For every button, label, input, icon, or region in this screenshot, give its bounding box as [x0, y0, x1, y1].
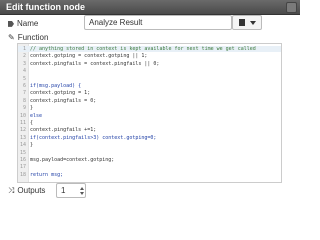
- wrench-icon: ✎: [8, 33, 15, 42]
- spin-down-icon[interactable]: [80, 192, 84, 195]
- code-line: 5: [18, 76, 281, 82]
- node-icon-select[interactable]: [232, 15, 262, 30]
- name-label: Name: [17, 19, 39, 28]
- tag-icon: [8, 20, 14, 27]
- code-text: context.pingfails = 0;: [30, 97, 97, 104]
- line-number: 16: [19, 157, 26, 163]
- line-number: 10: [19, 112, 26, 119]
- outputs-value: 1: [61, 186, 66, 195]
- line-number: 9: [22, 105, 26, 112]
- line-number: 12: [19, 127, 26, 134]
- code-line: 7 context.gotping = 1;: [18, 90, 281, 96]
- line-number: 11: [19, 120, 26, 126]
- code-editor[interactable]: 1 // anything stored in context is kept a…: [17, 43, 282, 183]
- code-text: }: [30, 142, 34, 149]
- code-line: 11 {: [18, 120, 281, 126]
- line-number: 4: [22, 68, 26, 75]
- name-input[interactable]: Analyze Result: [84, 15, 232, 30]
- code-line: 16 msg.payload=context.gotping;: [18, 157, 281, 163]
- code-text: context.pingfails +=1;: [30, 127, 97, 134]
- line-number: 8: [22, 97, 26, 104]
- code-text: context.gotping = context.gotping || 1;: [30, 53, 148, 60]
- code-line: 15: [18, 150, 281, 156]
- line-number: 14: [19, 142, 26, 149]
- code-text: if(msg.payload) {: [30, 83, 82, 89]
- code-line: 4: [18, 68, 281, 74]
- code-text: return msg;: [30, 171, 64, 178]
- code-text: msg.payload=context.gotping;: [30, 157, 115, 163]
- code-line: 3 context.pingfails = context.pingfails |…: [18, 61, 281, 67]
- line-number: 6: [22, 83, 26, 89]
- line-number: 7: [22, 90, 26, 97]
- code-line: 8 context.pingfails = 0;: [18, 98, 281, 104]
- code-text: }: [30, 105, 34, 112]
- code-text: context.gotping = 1;: [30, 90, 91, 97]
- code-text: // anything stored in context is kept av…: [30, 46, 256, 52]
- outputs-label-row: ⤨ Outputs: [8, 186, 45, 196]
- book-icon: [239, 19, 245, 26]
- code-line: 1 // anything stored in context is kept a…: [18, 46, 281, 52]
- function-label-row: ✎ Function: [8, 33, 48, 43]
- code-line: 18 return msg;: [18, 172, 281, 178]
- spin-up-icon[interactable]: [80, 187, 84, 190]
- code-line: 14}: [18, 142, 281, 148]
- code-line: 9}: [18, 105, 281, 111]
- code-line: 6 if(msg.payload) {: [18, 83, 281, 89]
- line-number: 18: [19, 171, 26, 178]
- function-label: Function: [17, 33, 49, 42]
- line-number: 3: [22, 60, 26, 67]
- code-text: context.pingfails = context.pingfails ||…: [30, 60, 160, 67]
- random-icon: ⤨: [8, 186, 15, 195]
- line-number: 15: [19, 149, 26, 156]
- line-number: 1: [22, 46, 26, 52]
- code-line: 10 else: [18, 113, 281, 119]
- line-number: 5: [22, 75, 26, 82]
- dialog-title: Edit function node: [6, 2, 85, 12]
- code-text: if(context.pingfails>3) context.gotping=…: [30, 134, 157, 141]
- line-number: 2: [22, 53, 26, 60]
- code-line: 13 if(context.pingfails>3) context.gotpin…: [18, 135, 281, 141]
- name-label-row: Name: [8, 19, 38, 29]
- line-number: 17: [19, 164, 26, 171]
- code-text: else: [30, 112, 43, 119]
- code-text: {: [30, 120, 34, 126]
- chevron-down-icon: [250, 21, 256, 25]
- close-icon[interactable]: [286, 2, 297, 13]
- code-line: 17: [18, 164, 281, 170]
- code-line: 2 context.gotping = context.gotping || 1;: [18, 53, 281, 59]
- outputs-label: Outputs: [17, 186, 46, 195]
- code-line: 12 context.pingfails +=1;: [18, 127, 281, 133]
- dialog-titlebar: Edit function node: [0, 0, 300, 15]
- line-number: 13: [19, 134, 26, 141]
- outputs-stepper[interactable]: 1: [56, 183, 86, 198]
